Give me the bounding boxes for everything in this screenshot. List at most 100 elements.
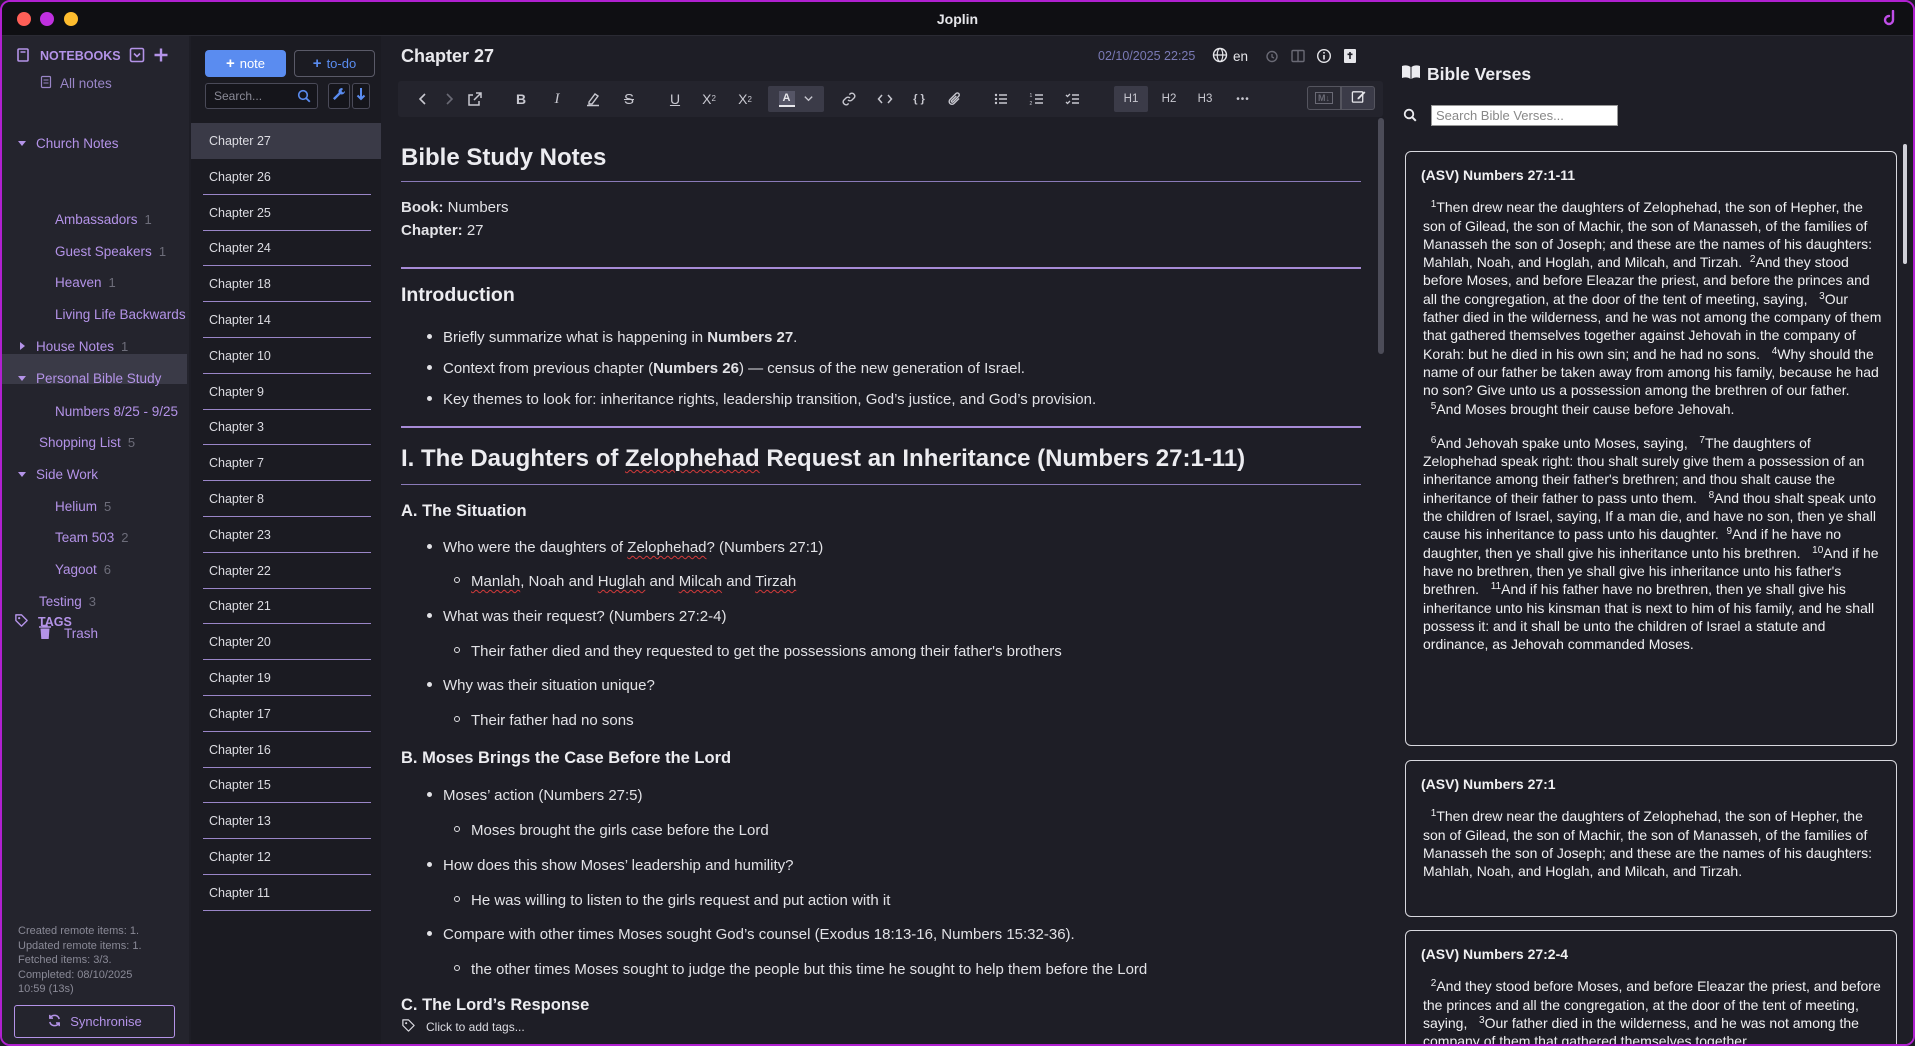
bullet-item: Key themes to look for: inheritance righ… (427, 391, 1096, 408)
numbered-list-button[interactable]: 12 (1024, 86, 1050, 112)
sidebar-notebook-item[interactable]: Numbers 8/25 - 9/25 (55, 397, 178, 425)
highlight-button[interactable] (580, 86, 606, 112)
sidebar-notebook-item[interactable]: Living Life Backwards (55, 300, 186, 328)
checklist-button[interactable] (1060, 86, 1086, 112)
new-note-button[interactable]: + note (205, 50, 286, 77)
notebook-count: 1 (108, 274, 116, 290)
bible-verses-panel: Bible Verses Search Bible Verses... (ASV… (1393, 36, 1913, 1044)
superscript-button[interactable]: X2 (696, 86, 722, 112)
caret-down-icon[interactable] (16, 137, 28, 149)
notebook-label: Personal Bible Study (36, 370, 162, 386)
bible-book-icon[interactable] (1342, 48, 1358, 64)
all-notes-item[interactable]: All notes (39, 69, 112, 97)
external-edit-button[interactable] (462, 86, 488, 112)
note-list-item[interactable]: Chapter 25 (191, 195, 381, 231)
collapse-notebooks-icon[interactable] (129, 47, 145, 66)
note-list-item[interactable]: Chapter 23 (191, 517, 381, 553)
sidebar-notebook-item[interactable]: Team 503 2 (55, 523, 129, 551)
note-list-item[interactable]: Chapter 15 (191, 767, 381, 804)
note-list-item[interactable]: Chapter 26 (191, 159, 381, 195)
note-list-item[interactable]: Chapter 11 (191, 875, 381, 911)
note-list-item[interactable]: Chapter 13 (191, 803, 381, 840)
sidebar-notebook-item[interactable]: Guest Speakers 1 (55, 237, 166, 265)
add-tags-bar[interactable]: Click to add tags... (401, 1018, 525, 1036)
divider (401, 267, 1361, 269)
add-notebook-icon[interactable] (153, 47, 169, 66)
caret-down-icon[interactable] (16, 372, 28, 384)
italic-button[interactable]: I (544, 86, 570, 112)
note-list-item[interactable]: Chapter 14 (191, 302, 381, 338)
notebook-count: 5 (104, 498, 112, 514)
inline-code-button[interactable] (872, 86, 898, 112)
text-color-button[interactable]: A (768, 86, 824, 112)
tags-header[interactable]: TAGS (14, 608, 72, 636)
note-list-item[interactable]: Chapter 19 (191, 660, 381, 696)
bible-panel-scrollbar[interactable] (1903, 144, 1907, 264)
notebook-icon (16, 47, 30, 65)
heading1-button[interactable]: H1 (1114, 86, 1148, 112)
note-list-item[interactable]: Chapter 7 (191, 445, 381, 482)
sidebar-notebook-item[interactable]: Helium 5 (55, 492, 111, 520)
note-list-item[interactable]: Chapter 17 (191, 696, 381, 732)
verse-card[interactable]: (ASV) Numbers 27:1-11 1Then drew near th… (1405, 151, 1897, 746)
note-list-item[interactable]: Chapter 20 (191, 624, 381, 661)
sidebar-notebook-item[interactable]: Side Work (16, 460, 98, 488)
link-button[interactable] (836, 86, 862, 112)
new-todo-button[interactable]: + to-do (294, 50, 375, 77)
sort-direction-button[interactable] (352, 83, 370, 109)
heading2-button[interactable]: H2 (1152, 86, 1186, 112)
note-body[interactable]: Bible Study Notes Book: Numbers Chapter:… (401, 126, 1361, 1044)
caret-down-icon[interactable] (16, 468, 28, 480)
notebook-count: 1 (144, 211, 152, 227)
sidebar-notebook-item[interactable]: Ambassadors 1 (55, 205, 152, 233)
note-list-item[interactable]: Chapter 27 (191, 123, 381, 159)
code-block-button[interactable]: { } (906, 86, 932, 112)
note-search-input[interactable]: Search... (205, 83, 318, 109)
bible-search-input[interactable]: Search Bible Verses... (1431, 105, 1618, 126)
attach-file-button[interactable] (942, 86, 968, 112)
note-list-item[interactable]: Chapter 10 (191, 338, 381, 374)
sidebar-notebook-item[interactable]: Personal Bible Study (16, 364, 161, 392)
rich-text-mode-toggle[interactable] (1341, 86, 1375, 110)
note-list-item[interactable]: Chapter 3 (191, 409, 381, 446)
toggle-layout-icon[interactable] (1290, 48, 1306, 64)
back-button[interactable] (410, 86, 436, 112)
bullet-list-button[interactable] (988, 86, 1014, 112)
caret-right-icon[interactable] (16, 340, 28, 352)
language-selector[interactable]: en (1212, 47, 1248, 66)
note-list-item[interactable]: Chapter 8 (191, 481, 381, 517)
alarm-icon[interactable] (1264, 48, 1280, 64)
more-options-button[interactable]: ••• (1228, 86, 1258, 112)
notebooks-header[interactable]: NOTEBOOKS (16, 42, 169, 70)
note-list-item[interactable]: Chapter 16 (191, 732, 381, 768)
strikethrough-button[interactable]: S (616, 86, 642, 112)
sidebar-notebook-item[interactable]: Shopping List 5 (39, 428, 135, 456)
verse-paragraph: 2And they stood before Moses, and before… (1423, 977, 1882, 1044)
note-list-item[interactable]: Chapter 12 (191, 839, 381, 875)
sidebar-notebook-item[interactable]: Heaven 1 (55, 268, 116, 296)
sidebar-notebook-item[interactable]: Yagoot 6 (55, 555, 111, 583)
verse-card[interactable]: (ASV) Numbers 27:1 1Then drew near the d… (1405, 760, 1897, 917)
heading3-button[interactable]: H3 (1188, 86, 1222, 112)
verse-card[interactable]: (ASV) Numbers 27:2-4 2And they stood bef… (1405, 930, 1897, 1044)
forward-button[interactable] (436, 86, 462, 112)
info-icon[interactable] (1316, 48, 1332, 64)
sub-bullet-item: He was willing to listen to the girls re… (454, 892, 890, 909)
add-tags-label: Click to add tags... (426, 1020, 525, 1034)
underline-button[interactable]: U (662, 86, 688, 112)
sidebar-notebook-item[interactable]: Church Notes (16, 129, 119, 157)
note-title[interactable]: Chapter 27 (401, 46, 494, 67)
note-list-item[interactable]: Chapter 21 (191, 588, 381, 625)
markdown-mode-toggle[interactable]: M↓ (1307, 86, 1341, 110)
note-list-item[interactable]: Chapter 24 (191, 230, 381, 267)
sidebar-notebook-item[interactable]: House Notes 1 (16, 332, 128, 360)
notebook-count: 6 (103, 561, 112, 577)
bold-button[interactable]: B (508, 86, 534, 112)
note-list-item[interactable]: Chapter 9 (191, 374, 381, 410)
note-list-item[interactable]: Chapter 22 (191, 553, 381, 589)
note-list-item[interactable]: Chapter 18 (191, 266, 381, 303)
editor-scrollbar[interactable] (1378, 118, 1384, 354)
subscript-button[interactable]: X2 (732, 86, 758, 112)
synchronise-button[interactable]: Synchronise (14, 1005, 175, 1038)
sort-toggle-button[interactable] (328, 83, 350, 109)
